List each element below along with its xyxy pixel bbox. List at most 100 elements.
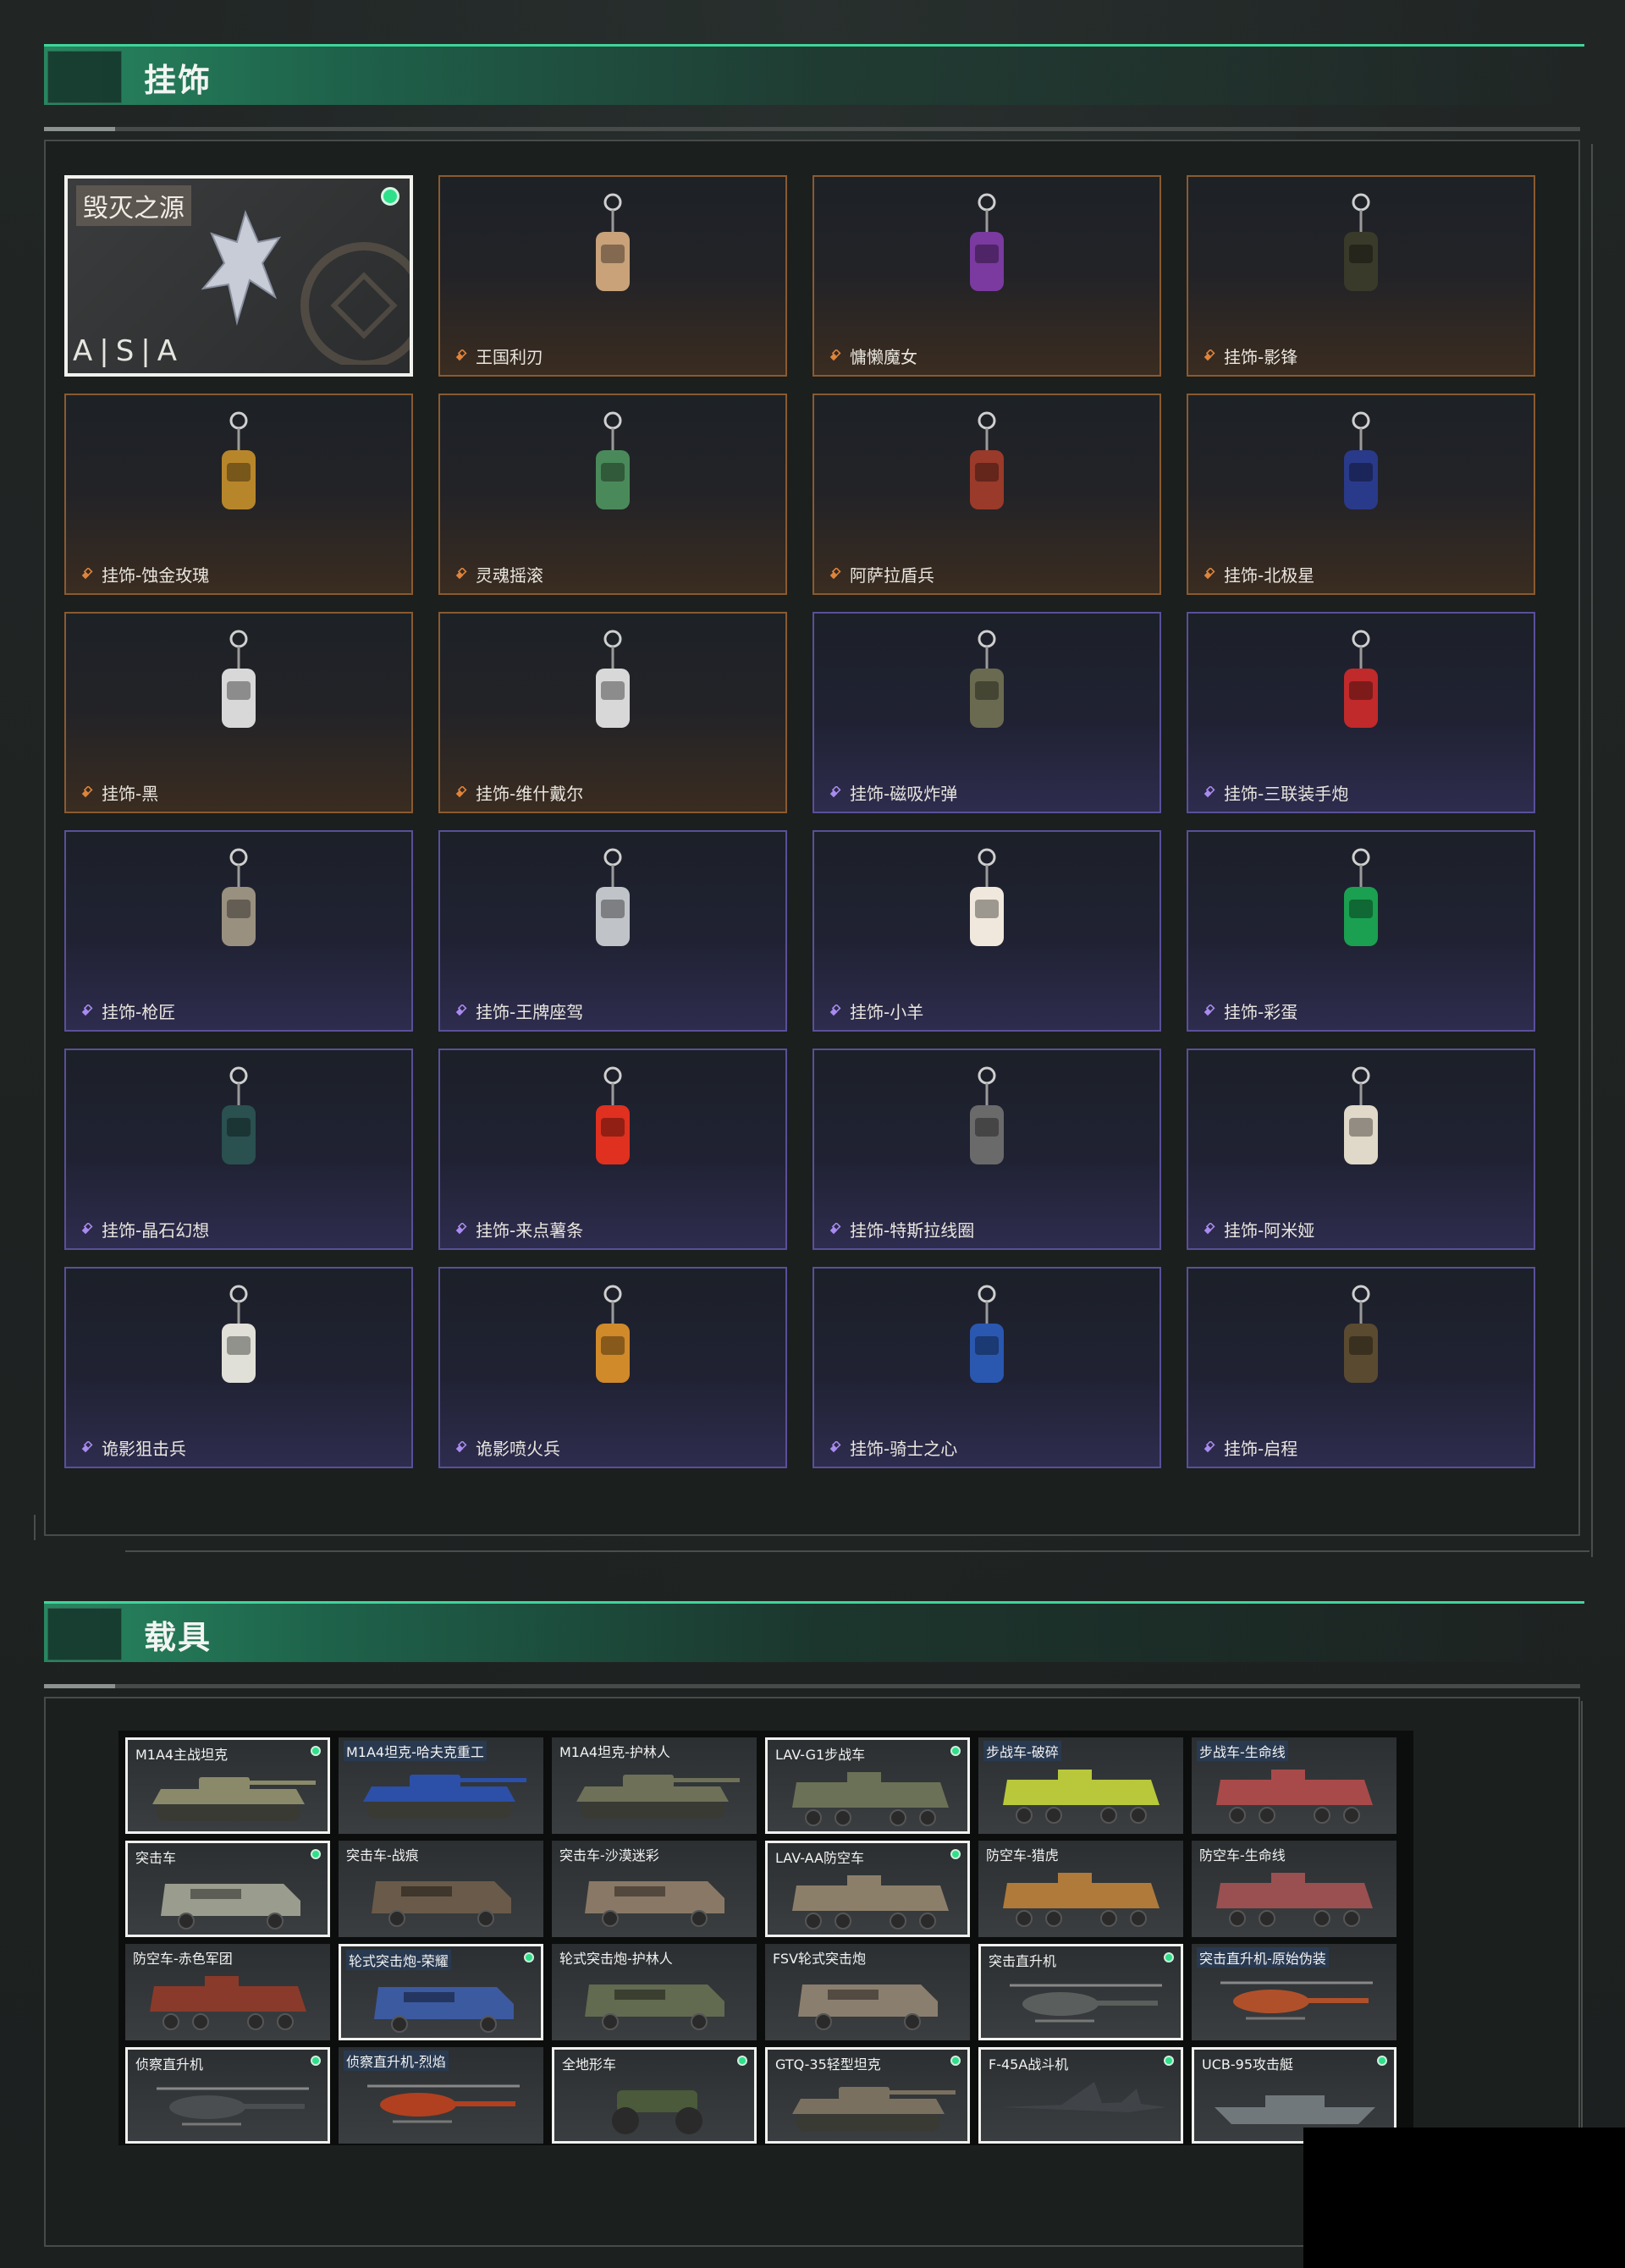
vehicle-card[interactable]: GTQ-35轻型坦克 xyxy=(765,2047,970,2144)
charm-card-featured[interactable]: 毁灭之源 A|S|A xyxy=(64,175,413,377)
featured-title: 毁灭之源 xyxy=(76,185,191,226)
charm-card[interactable]: 挂饰-影锋 xyxy=(1187,175,1535,377)
charm-image xyxy=(222,630,256,728)
vehicle-label: 防空车-赤色军团 xyxy=(133,1951,233,1967)
rarity-diamond-icon xyxy=(81,1441,93,1453)
charm-image xyxy=(222,848,256,946)
charm-image xyxy=(1344,411,1378,509)
rarity-diamond-icon xyxy=(81,1223,93,1235)
vehicle-card[interactable]: LAV-G1步战车 xyxy=(765,1737,970,1834)
vehicle-card[interactable]: 突击车 xyxy=(125,1841,330,1937)
charm-card[interactable]: 挂饰-王牌座驾 xyxy=(438,830,787,1032)
section-header-vehicles: 载具 xyxy=(44,1601,1584,1662)
vehicle-label: M1A4主战坦克 xyxy=(135,1747,229,1763)
vehicle-card[interactable]: M1A4主战坦克 xyxy=(125,1737,330,1834)
vehicle-card[interactable]: 侦察直升机 xyxy=(125,2047,330,2144)
equipped-indicator xyxy=(311,1849,321,1859)
charm-label: 王国利刃 xyxy=(476,347,543,367)
vehicle-card[interactable]: 突击车-沙漠迷彩 xyxy=(552,1841,757,1937)
vehicle-label: 防空车-猎虎 xyxy=(986,1847,1059,1863)
charm-card[interactable]: 诡影喷火兵 xyxy=(438,1267,787,1468)
equipped-indicator xyxy=(1164,2056,1174,2066)
frame-rail xyxy=(34,1515,36,1540)
vehicle-grid: M1A4主战坦克 M1A4坦克-哈夫克重工 M1A4坦克-护林人 LAV-G1步… xyxy=(118,1731,1413,2145)
charm-image xyxy=(596,411,630,509)
vehicle-card[interactable]: M1A4坦克-护林人 xyxy=(552,1737,757,1834)
charm-image xyxy=(1344,630,1378,728)
rarity-diamond-icon xyxy=(829,1441,841,1453)
vehicle-card[interactable]: LAV-AA防空车 xyxy=(765,1841,970,1937)
equipped-indicator xyxy=(311,2056,321,2066)
charm-label: 挂饰-骑士之心 xyxy=(850,1439,958,1459)
charm-image xyxy=(1344,1066,1378,1164)
armored-car-icon xyxy=(798,1984,938,2030)
charm-image xyxy=(1344,848,1378,946)
charm-card[interactable]: 挂饰-小羊 xyxy=(812,830,1161,1032)
charm-label: 挂饰-影锋 xyxy=(1224,347,1298,367)
atv-icon xyxy=(612,2090,702,2134)
charm-card[interactable]: 挂饰-骑士之心 xyxy=(812,1267,1161,1468)
charm-card[interactable]: 挂饰-蚀金玫瑰 xyxy=(64,394,413,595)
charm-card[interactable]: 挂饰-晶石幻想 xyxy=(64,1049,413,1250)
rarity-diamond-icon xyxy=(455,568,467,580)
vehicle-card[interactable]: F-45A战斗机 xyxy=(978,2047,1183,2144)
vehicle-card[interactable]: 轮式突击炮-荣耀 xyxy=(339,1944,543,2040)
black-overlay xyxy=(1303,2128,1625,2268)
apc-icon xyxy=(1216,1873,1373,1927)
vehicle-label: M1A4坦克-哈夫克重工 xyxy=(344,1741,487,1761)
rarity-diamond-icon xyxy=(1204,1223,1215,1235)
charm-label: 挂饰-启程 xyxy=(1224,1439,1298,1459)
vehicle-card[interactable]: 步战车-破碎 xyxy=(978,1737,1183,1834)
vehicle-label: 突击车-沙漠迷彩 xyxy=(559,1847,659,1863)
charm-image xyxy=(970,1066,1004,1164)
charm-label: 阿萨拉盾兵 xyxy=(850,565,934,586)
charm-card[interactable]: 挂饰-维什戴尔 xyxy=(438,612,787,813)
header-tab-marker xyxy=(47,51,122,103)
charm-card[interactable]: 挂饰-黑 xyxy=(64,612,413,813)
vehicle-card[interactable]: 突击直升机-原始伪装 xyxy=(1192,1944,1396,2040)
header-bar xyxy=(44,1601,1584,1662)
vehicle-card[interactable]: 防空车-赤色军团 xyxy=(125,1944,330,2040)
charm-card[interactable]: 挂饰-枪匠 xyxy=(64,830,413,1032)
charm-card[interactable]: 灵魂摇滚 xyxy=(438,394,787,595)
charm-card[interactable]: 挂饰-彩蛋 xyxy=(1187,830,1535,1032)
charm-card[interactable]: 阿萨拉盾兵 xyxy=(812,394,1161,595)
vehicle-label: LAV-G1步战车 xyxy=(775,1747,866,1763)
vehicle-card[interactable]: 防空车-生命线 xyxy=(1192,1841,1396,1937)
charm-card[interactable]: 挂饰-三联装手炮 xyxy=(1187,612,1535,813)
charm-label: 挂饰-磁吸炸弹 xyxy=(850,784,958,804)
charm-label: 挂饰-三联装手炮 xyxy=(1224,784,1349,804)
rarity-diamond-icon xyxy=(829,568,841,580)
rarity-diamond-icon xyxy=(1204,786,1215,798)
charm-card[interactable]: 挂饰-特斯拉线圈 xyxy=(812,1049,1161,1250)
charms-panel: 毁灭之源 A|S|A 王国利刃 慵懒魔女 挂饰-影锋 挂饰-蚀金玫瑰 灵魂摇滚 … xyxy=(44,140,1580,1536)
charm-card[interactable]: 挂饰-北极星 xyxy=(1187,394,1535,595)
vehicle-card[interactable]: FSV轮式突击炮 xyxy=(765,1944,970,2040)
vehicle-card[interactable]: 侦察直升机-烈焰 xyxy=(339,2047,543,2144)
section-header-charms: 挂饰 xyxy=(44,44,1584,105)
charm-card[interactable]: 挂饰-磁吸炸弹 xyxy=(812,612,1161,813)
charm-card[interactable]: 挂饰-来点薯条 xyxy=(438,1049,787,1250)
charm-image xyxy=(970,1285,1004,1383)
charm-card[interactable]: 王国利刃 xyxy=(438,175,787,377)
equipped-indicator xyxy=(950,2056,961,2066)
charm-card[interactable]: 慵懒魔女 xyxy=(812,175,1161,377)
vehicle-card[interactable]: 轮式突击炮-护林人 xyxy=(552,1944,757,2040)
charm-card[interactable]: 挂饰-启程 xyxy=(1187,1267,1535,1468)
vehicle-card[interactable]: 步战车-生命线 xyxy=(1192,1737,1396,1834)
charm-card[interactable]: 挂饰-阿米娅 xyxy=(1187,1049,1535,1250)
vehicle-card[interactable]: 防空车-猎虎 xyxy=(978,1841,1183,1937)
header-bar xyxy=(44,44,1584,105)
vehicle-card[interactable]: 突击车-战痕 xyxy=(339,1841,543,1937)
equipped-indicator xyxy=(1164,1952,1174,1962)
vehicle-card[interactable]: 突击直升机 xyxy=(978,1944,1183,2040)
apc-icon xyxy=(1003,1770,1160,1824)
vehicle-card[interactable]: 全地形车 xyxy=(552,2047,757,2144)
charm-label: 挂饰-晶石幻想 xyxy=(102,1220,210,1241)
charm-image xyxy=(596,1066,630,1164)
vehicle-card[interactable]: M1A4坦克-哈夫克重工 xyxy=(339,1737,543,1834)
charm-label: 挂饰-小羊 xyxy=(850,1002,924,1022)
charm-card[interactable]: 诡影狙击兵 xyxy=(64,1267,413,1468)
charm-label: 挂饰-蚀金玫瑰 xyxy=(102,565,210,586)
equipped-indicator xyxy=(1377,2056,1387,2066)
